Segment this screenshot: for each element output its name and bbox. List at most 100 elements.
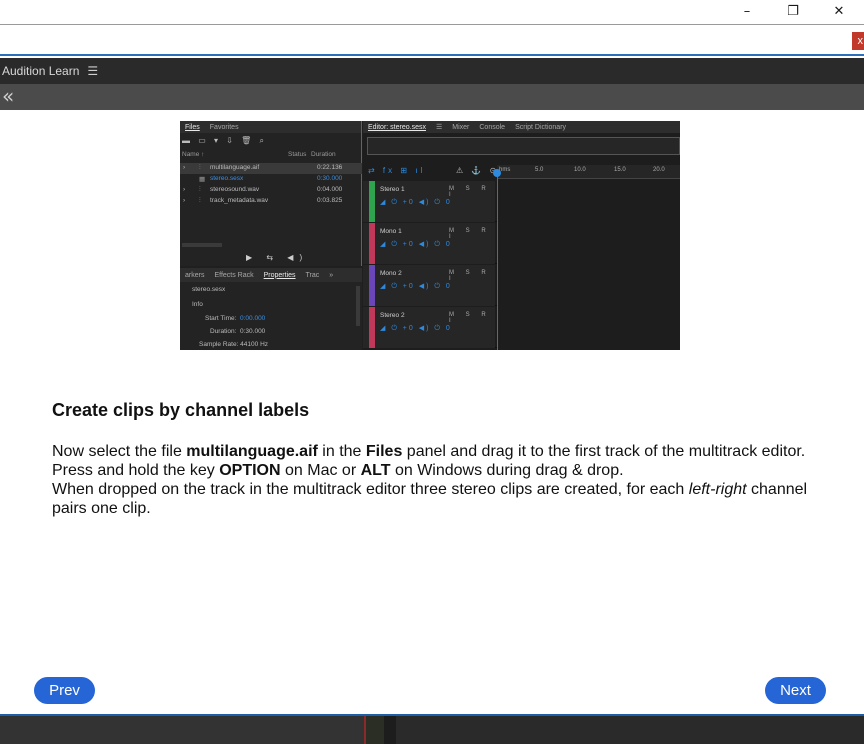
- double-chevron-left-icon[interactable]: «: [2, 85, 14, 107]
- prev-button[interactable]: Prev: [34, 677, 95, 704]
- panel-segment: [384, 716, 396, 744]
- track-buttons: M S R I: [449, 312, 491, 324]
- lesson-heading: Create clips by channel labels: [52, 400, 310, 420]
- time-ruler: hms 5.0 10.0 15.0 20.0: [497, 165, 680, 179]
- track-controls: ◢ ⏻ +0 ◀) ⏻ 0: [380, 241, 452, 248]
- playhead-handle: [493, 169, 501, 177]
- text-emphasis: left-right: [688, 481, 747, 498]
- text-panel-name: Files: [365, 443, 403, 460]
- track-lane: [497, 307, 680, 348]
- close-icon[interactable]: x: [852, 32, 864, 50]
- props-section: Info: [192, 301, 203, 308]
- lesson-screenshot: Files Favorites ▬ ▭ ▾ ⇩ 🗑 ⌕ Name ↑ Statu…: [180, 121, 680, 350]
- chevron-right-icon: ›: [183, 197, 186, 204]
- text: in the: [317, 443, 366, 460]
- file-name: track_metadata.wav: [210, 197, 269, 204]
- maximize-button[interactable]: ❐: [770, 0, 816, 22]
- ruler-tick: 10.0: [574, 167, 586, 173]
- menu-icon[interactable]: ☰: [87, 64, 98, 78]
- app-title: Audition Learn: [2, 64, 80, 78]
- waveform-icon: ⫶: [199, 197, 201, 204]
- close-window-button[interactable]: ✕: [816, 0, 862, 22]
- ruler-tick: 20.0: [653, 167, 665, 173]
- track-header: Stereo 2 M S R I ◢ ⏻ +0 ◀) ⏻ 0: [363, 307, 495, 348]
- track-color: [369, 181, 375, 222]
- files-toolbar: ▬ ▭ ▾ ⇩ 🗑 ⌕: [182, 136, 268, 145]
- ruler-tick: 5.0: [535, 167, 544, 173]
- track-stereo-1: Stereo 1 M S R I ◢ ⏻ +0 ◀) ⏻ 0: [363, 181, 680, 222]
- track-header: Mono 2 M S R I ◢ ⏻ +0 ◀) ⏻ 0: [363, 265, 495, 306]
- lesson-instructions: Now select the file multilanguage.aif in…: [52, 442, 812, 518]
- tab-console: Console: [479, 123, 506, 131]
- file-row: › ⫶ stereosound.wav 0:04.000: [180, 185, 362, 196]
- files-transport: ▶ ⇆ ◀): [246, 253, 309, 262]
- track-buttons: M S R I: [449, 228, 491, 240]
- file-duration: 0:03.825: [317, 197, 343, 204]
- files-header: Name ↑ Status Duration: [180, 151, 361, 161]
- track-name: Stereo 1: [380, 186, 405, 193]
- next-button[interactable]: Next: [765, 677, 826, 704]
- file-row: › ⫶ multilanguage.aif 0:22.136: [180, 163, 362, 174]
- tab-mixer: Mixer: [452, 123, 470, 131]
- props-samplerate: Sample Rate: 44100 Hz: [199, 341, 269, 348]
- panel-segment: [396, 716, 864, 744]
- file-name: stereosound.wav: [210, 186, 260, 193]
- track-header: Stereo 1 M S R I ◢ ⏻ +0 ◀) ⏻ 0: [363, 181, 495, 222]
- editor-overview: [367, 137, 680, 155]
- track-color: [369, 265, 375, 306]
- files-scrollbar: [182, 243, 222, 247]
- track-color: [369, 307, 375, 348]
- track-mono-1: Mono 1 M S R I ◢ ⏻ +0 ◀) ⏻ 0: [363, 223, 680, 264]
- editor-tabs: Editor: stereo.sesx ☰ Mixer Console Scri…: [363, 121, 680, 133]
- track-name: Stereo 2: [380, 312, 405, 319]
- track-color: [369, 223, 375, 264]
- chevron-right-icon: ›: [183, 186, 186, 193]
- file-name: stereo.sesx: [210, 175, 244, 182]
- track-lane: [497, 265, 680, 306]
- minimize-button[interactable]: –: [724, 0, 770, 22]
- properties-panel: arkers Effects Rack Properties Trac » st…: [180, 268, 362, 350]
- track-buttons: M S R I: [449, 270, 491, 282]
- tab-files: Files: [185, 123, 200, 131]
- app-window: – ❐ ✕ x Audition Learn ☰ « Files Favorit…: [0, 0, 864, 744]
- text: Now select the file: [52, 443, 187, 460]
- files-tabs: Files Favorites: [180, 121, 361, 133]
- column-name: Name ↑: [182, 151, 205, 158]
- track-lane: [497, 223, 680, 264]
- tab-editor: Editor: stereo.sesx: [368, 123, 426, 131]
- props-duration-value: 0:30.000: [240, 328, 266, 335]
- navigation-bar: «: [0, 84, 864, 110]
- tab-track: Trac: [305, 271, 320, 279]
- file-row: ▦ stereo.sesx 0:30.000: [180, 174, 362, 185]
- waveform-icon: ⫶: [199, 164, 201, 171]
- lesson-content: Files Favorites ▬ ▭ ▾ ⇩ 🗑 ⌕ Name ↑ Statu…: [0, 110, 864, 714]
- text-file-name: multilanguage.aif: [186, 443, 318, 460]
- track-header: Mono 1 M S R I ◢ ⏻ +0 ◀) ⏻ 0: [363, 223, 495, 264]
- properties-tabs: arkers Effects Rack Properties Trac »: [180, 268, 362, 282]
- track-mono-2: Mono 2 M S R I ◢ ⏻ +0 ◀) ⏻ 0: [363, 265, 680, 306]
- address-bar[interactable]: x: [0, 24, 864, 56]
- props-start-label: Start Time:: [205, 315, 237, 322]
- props-start-value: 0:00.000: [240, 315, 266, 322]
- file-duration: 0:22.136: [317, 164, 343, 171]
- file-duration: 0:04.000: [317, 186, 343, 193]
- file-row: › ⫶ track_metadata.wav 0:03.825: [180, 196, 362, 207]
- text: on Windows during drag & drop.: [390, 462, 624, 479]
- file-name: multilanguage.aif: [210, 164, 260, 171]
- waveform-icon: ⫶: [199, 186, 201, 193]
- window-titlebar: – ❐ ✕: [0, 0, 864, 24]
- props-scrollbar: [356, 286, 360, 326]
- session-icon: ▦: [199, 176, 206, 183]
- text: on Mac or: [280, 462, 361, 479]
- track-controls: ◢ ⏻ +0 ◀) ⏻ 0: [380, 199, 452, 206]
- playhead: [497, 171, 498, 350]
- tab-properties: Properties: [263, 271, 296, 279]
- text-key-option: OPTION: [219, 462, 281, 479]
- track-controls: ◢ ⏻ +0 ◀) ⏻ 0: [380, 283, 452, 290]
- tab-favorites: Favorites: [209, 123, 239, 131]
- column-duration: Duration: [311, 151, 336, 158]
- files-panel: Files Favorites ▬ ▭ ▾ ⇩ 🗑 ⌕ Name ↑ Statu…: [180, 121, 362, 266]
- tab-menu-icon: ☰: [435, 124, 443, 131]
- track-name: Mono 1: [380, 228, 402, 235]
- app-header: Audition Learn ☰: [0, 58, 864, 84]
